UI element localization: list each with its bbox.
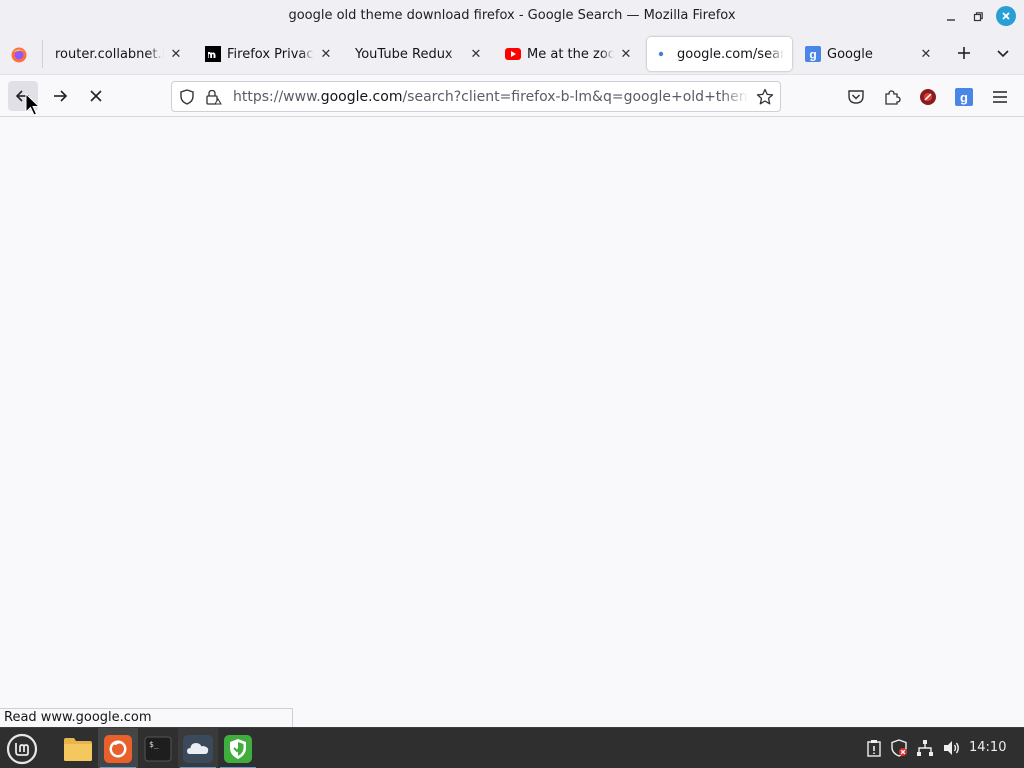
- arrow-right-icon: [54, 90, 68, 102]
- firefox-icon: [104, 734, 132, 763]
- window-titlebar: google old theme download firefox - Goog…: [0, 0, 1024, 34]
- tray-volume-icon[interactable]: [941, 738, 961, 758]
- tab-close-icon[interactable]: ✕: [168, 46, 184, 62]
- cloud-icon: [183, 734, 213, 763]
- url-domain: google.com: [320, 89, 403, 105]
- folder-icon: [64, 737, 92, 761]
- app-menu-button[interactable]: [990, 87, 1010, 107]
- svg-text:g: g: [809, 48, 816, 62]
- tab-label: router.collabnet.local: [55, 46, 164, 62]
- tab-label: Firefox Privacy Notice: [227, 46, 314, 62]
- firefox-view-icon[interactable]: [10, 46, 28, 64]
- svg-text:$_: $_: [149, 740, 159, 749]
- url-prefix: https://www.: [233, 89, 321, 105]
- stop-x-icon: [90, 90, 102, 102]
- tracking-protection-shield-icon[interactable]: [179, 89, 195, 105]
- extension-google-button[interactable]: g: [954, 87, 974, 107]
- pocket-icon: [848, 90, 864, 104]
- mint-menu-button[interactable]: [2, 728, 42, 768]
- taskbar-firefox[interactable]: [98, 728, 138, 768]
- tray-network-icon[interactable]: [915, 738, 935, 758]
- bookmark-star-icon[interactable]: [756, 88, 774, 106]
- google-g-icon: g: [805, 46, 821, 62]
- navigation-toolbar: https://www.google.com/search?client=fir…: [0, 74, 1024, 117]
- taskbar-terminal[interactable]: $_: [138, 728, 178, 768]
- mozilla-m-icon: [205, 46, 221, 62]
- close-icon: [1002, 12, 1010, 20]
- red-circle-extension-icon: [920, 89, 936, 105]
- google-g-extension-icon: g: [955, 88, 973, 106]
- youtube-icon: [505, 46, 521, 62]
- new-tab-button[interactable]: [953, 42, 975, 66]
- plus-icon: [958, 47, 970, 59]
- tab-separator: [42, 40, 43, 68]
- tab-close-icon[interactable]: ✕: [918, 46, 934, 62]
- forward-button[interactable]: [45, 81, 75, 111]
- tab-label: YouTube Redux: [355, 46, 453, 62]
- url-text[interactable]: https://www.google.com/search?client=fir…: [233, 89, 748, 105]
- list-all-tabs-button[interactable]: [993, 44, 1013, 64]
- tab-close-icon[interactable]: ✕: [618, 46, 634, 62]
- loading-icon: [655, 46, 671, 62]
- stop-button[interactable]: [81, 81, 111, 111]
- tab-google[interactable]: g Google ✕: [797, 37, 942, 71]
- maximize-button[interactable]: [967, 6, 989, 28]
- tray-shield-icon[interactable]: [889, 738, 909, 758]
- tab-google-search-active[interactable]: google.com/search: [647, 37, 792, 71]
- svg-text:g: g: [960, 90, 968, 105]
- extensions-button[interactable]: [882, 87, 902, 107]
- taskbar-cloud-app[interactable]: [178, 728, 218, 768]
- puzzle-icon: [885, 90, 901, 105]
- pocket-button[interactable]: [846, 87, 866, 107]
- system-taskbar: $_ 14:10: [0, 727, 1024, 768]
- restore-icon: [973, 12, 983, 22]
- tray-notes-icon[interactable]: [864, 738, 884, 758]
- hamburger-menu-icon: [993, 91, 1007, 103]
- minimize-button[interactable]: [940, 6, 962, 28]
- tab-label: google.com/search: [677, 46, 784, 62]
- window-title: google old theme download firefox - Goog…: [288, 8, 736, 23]
- tab-close-icon[interactable]: ✕: [468, 46, 484, 62]
- address-bar[interactable]: https://www.google.com/search?client=fir…: [171, 81, 781, 112]
- tab-close-icon[interactable]: ✕: [318, 46, 334, 62]
- tab-bar: router.collabnet.local ✕ Firefox Privacy…: [0, 34, 1024, 74]
- tab-youtube-redux[interactable]: YouTube Redux ✕: [347, 37, 492, 71]
- site-info-lock-icon[interactable]: [205, 89, 223, 105]
- taskbar-files[interactable]: [58, 728, 98, 768]
- status-panel: Read www.google.com: [0, 708, 293, 727]
- tab-router[interactable]: router.collabnet.local ✕: [47, 37, 192, 71]
- page-content-area: [0, 117, 1024, 727]
- taskbar-clock[interactable]: 14:10: [969, 740, 1006, 755]
- tab-label: Google: [827, 46, 873, 62]
- mint-menu-icon: [6, 733, 38, 764]
- mouse-pointer-icon: [25, 93, 41, 116]
- tab-firefox-privacy[interactable]: Firefox Privacy Notice ✕: [197, 37, 342, 71]
- tab-me-at-the-zoo[interactable]: Me at the zoo - YouTube ✕: [497, 37, 642, 71]
- chevron-down-icon: [997, 50, 1009, 58]
- taskbar-security-app[interactable]: [218, 728, 258, 768]
- extension-red-button[interactable]: [918, 87, 938, 107]
- tab-label: Me at the zoo - YouTube: [527, 46, 614, 62]
- terminal-icon: $_: [144, 736, 172, 761]
- url-path: /search?client=firefox-b-lm&q=google+old…: [402, 89, 748, 105]
- close-window-button[interactable]: [996, 6, 1016, 26]
- minimize-icon: [947, 19, 955, 21]
- shield-icon: [224, 734, 252, 763]
